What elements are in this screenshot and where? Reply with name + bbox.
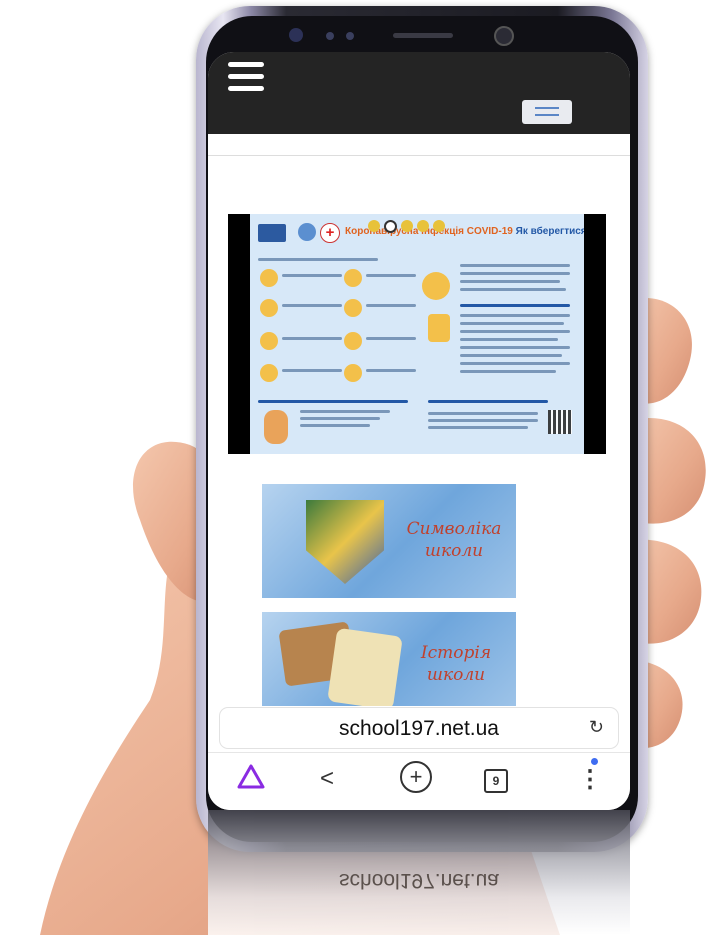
reload-icon[interactable]: ↻ [589,717,604,738]
screen-reflection: school197.net.ua [208,810,630,935]
tabs-count-button[interactable]: 9 [484,769,508,793]
notification-dot [591,758,598,765]
site-header [208,52,630,134]
slider-dot[interactable] [433,220,445,232]
hamburger-icon[interactable] [228,62,264,92]
slider-dot[interactable] [417,220,429,232]
divider [208,155,630,156]
ministry-logo-icon [258,224,286,242]
image-slider[interactable]: + Коронавірусна інфекція COVID-19 Як вбе… [228,214,606,454]
browser-toolbar: < + 9 ⋮ [208,752,630,810]
url-text: school197.net.ua [339,717,499,740]
alice-icon[interactable] [236,763,266,791]
slider-dots [368,220,445,233]
qr-code-icon [548,410,572,434]
front-camera-icon [494,26,514,46]
address-bar[interactable]: school197.net.ua ↻ [220,708,618,748]
earpiece-speaker [393,33,453,38]
scroll-icon [327,627,403,706]
add-icon[interactable]: + [400,761,432,793]
banner-title: Історія школи [420,643,492,685]
more-icon[interactable]: ⋮ [578,765,602,794]
school-emblem-icon [306,500,384,584]
reflected-url: school197.net.ua [339,869,499,892]
banner-school-history[interactable]: Історія школи [262,612,516,706]
banner-school-symbols[interactable]: Символіка школи [262,484,516,598]
who-logo-icon [298,223,316,241]
covid-poster: + Коронавірусна інфекція COVID-19 Як вбе… [250,214,584,454]
phone-screen: + Коронавірусна інфекція COVID-19 Як вбе… [208,52,630,810]
header-tab-chip[interactable] [522,100,572,124]
share-icon[interactable]: < [320,765,334,793]
slider-dot[interactable] [401,220,413,232]
red-cross-icon: + [320,223,340,243]
sensor-icon [326,32,334,40]
slider-dot-active[interactable] [384,220,397,233]
banner-title: Символіка школи [406,519,502,561]
sensor-icon [346,32,354,40]
slider-dot[interactable] [368,220,380,232]
camera-icon [289,28,303,42]
